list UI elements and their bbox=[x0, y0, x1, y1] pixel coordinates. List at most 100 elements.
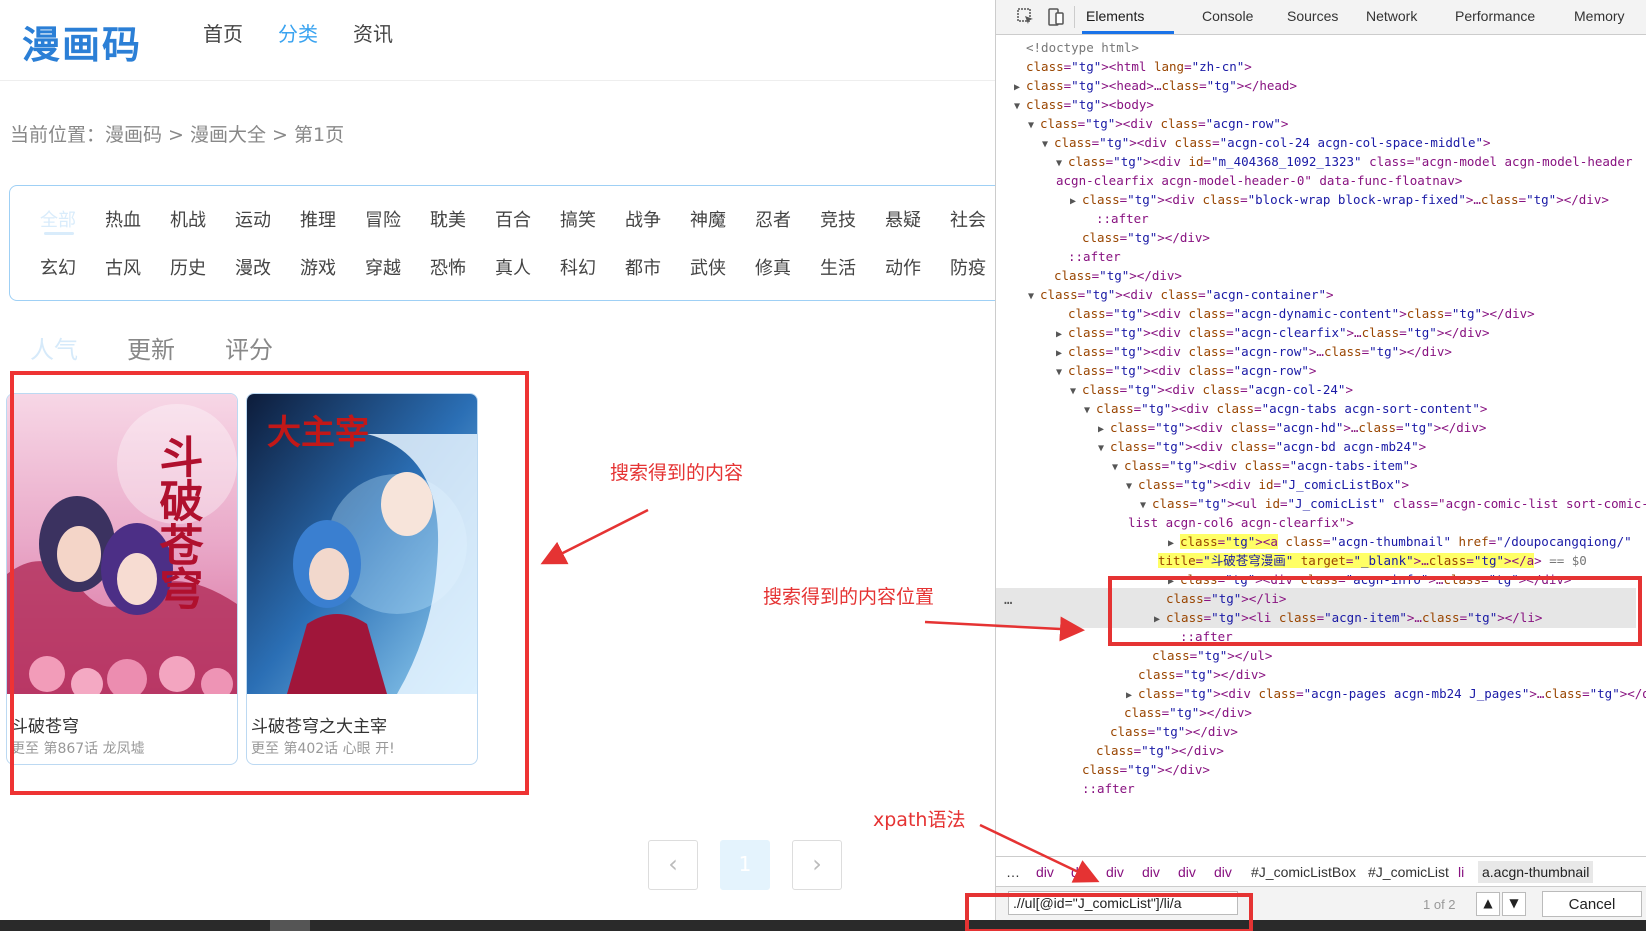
category-item[interactable]: 竞技 bbox=[820, 206, 856, 232]
breadcrumb-item[interactable]: div bbox=[1214, 864, 1232, 880]
category-item[interactable]: 游戏 bbox=[300, 254, 336, 280]
category-item[interactable]: 漫改 bbox=[235, 254, 271, 280]
category-item[interactable]: 历史 bbox=[170, 254, 206, 280]
category-filter-box bbox=[9, 185, 995, 301]
category-item[interactable]: 防疫 bbox=[950, 254, 986, 280]
xpath-search-bar: 1 of 2 ▲ ▼ Cancel bbox=[996, 886, 1646, 921]
category-item[interactable]: 恐怖 bbox=[430, 254, 466, 280]
category-item[interactable]: 动作 bbox=[885, 254, 921, 280]
dom-node-line[interactable]: class="tg"><html lang="zh-cn"> bbox=[1014, 57, 1252, 77]
device-toolbar-icon[interactable] bbox=[1046, 7, 1066, 27]
dom-breadcrumbs: … div div div div div div #J_comicListBox #J_com… bbox=[996, 856, 1646, 887]
category-item[interactable]: 生活 bbox=[820, 254, 856, 280]
annotation-position-label: 搜索得到的内容位置 bbox=[763, 586, 935, 608]
dom-node-line[interactable]: title="斗破苍穹漫画" target="_blank">…class="t… bbox=[1158, 551, 1587, 571]
breadcrumb: 当前位置：漫画码 > 漫画大全 > 第1页 bbox=[10, 124, 345, 146]
category-item[interactable]: 机战 bbox=[170, 206, 206, 232]
category-item[interactable]: 穿越 bbox=[365, 254, 401, 280]
category-item[interactable]: 都市 bbox=[625, 254, 661, 280]
sort-tab-popular[interactable]: 人气 bbox=[30, 330, 78, 365]
breadcrumb-item[interactable]: … bbox=[1006, 864, 1020, 880]
breadcrumb-item[interactable]: div bbox=[1142, 864, 1160, 880]
site-logo[interactable]: 漫画码 bbox=[22, 14, 142, 69]
dom-node-line[interactable]: class="tg"></div> bbox=[1070, 228, 1210, 248]
category-item[interactable]: 运动 bbox=[235, 206, 271, 232]
category-active-underline bbox=[44, 232, 74, 235]
sort-tab-updated[interactable]: 更新 bbox=[127, 330, 175, 365]
nav-news[interactable]: 资讯 bbox=[353, 18, 393, 47]
category-item[interactable]: 百合 bbox=[495, 206, 531, 232]
category-item[interactable]: 神魔 bbox=[690, 206, 726, 232]
xpath-search-input[interactable] bbox=[1008, 891, 1238, 915]
breadcrumb-item[interactable]: a.acgn-thumbnail bbox=[1478, 861, 1594, 883]
category-item[interactable]: 修真 bbox=[755, 254, 791, 280]
category-item[interactable]: 玄幻 bbox=[40, 254, 76, 280]
dom-node-line[interactable]: class="tg"></div> bbox=[1070, 760, 1210, 780]
nav-category[interactable]: 分类 bbox=[278, 18, 318, 47]
node-actions-menu[interactable]: … bbox=[1004, 590, 1012, 610]
tab-elements[interactable]: Elements bbox=[1086, 8, 1144, 24]
category-item[interactable]: 热血 bbox=[105, 206, 141, 232]
breadcrumb-item[interactable]: li bbox=[1458, 864, 1464, 880]
dom-node-line[interactable]: <!doctype html> bbox=[1014, 38, 1139, 58]
dom-node-line[interactable]: ::after bbox=[1168, 627, 1233, 647]
dom-node-line[interactable]: ::after bbox=[1084, 209, 1149, 229]
dom-node-line[interactable]: ::after bbox=[1070, 779, 1135, 799]
breadcrumb-item[interactable]: div bbox=[1178, 864, 1196, 880]
dom-node-line[interactable]: class="tg"><div class="acgn-dynamic-cont… bbox=[1056, 304, 1535, 324]
tab-sources[interactable]: Sources bbox=[1287, 8, 1338, 24]
tab-memory[interactable]: Memory bbox=[1574, 8, 1625, 24]
category-item[interactable]: 武侠 bbox=[690, 254, 726, 280]
category-item[interactable]: 战争 bbox=[625, 206, 661, 232]
sort-tab-rating[interactable]: 评分 bbox=[225, 330, 273, 365]
category-item[interactable]: 全部 bbox=[40, 206, 76, 232]
dom-node-line[interactable]: ▶ class="tg"><div class="block-wrap block… bbox=[1070, 190, 1609, 212]
tab-network[interactable]: Network bbox=[1366, 8, 1417, 24]
dom-node-line[interactable]: class="tg"></div> bbox=[1126, 665, 1266, 685]
tab-performance[interactable]: Performance bbox=[1455, 8, 1535, 24]
category-item[interactable]: 忍者 bbox=[755, 206, 791, 232]
pagination-prev-button[interactable]: ‹ bbox=[648, 840, 698, 890]
website-viewport: 漫画码 首页 分类 资讯 当前位置：漫画码 > 漫画大全 > 第1页 全部 热血 机… bbox=[0, 0, 995, 931]
nav-divider bbox=[0, 80, 995, 81]
search-match-count: 1 of 2 bbox=[1423, 897, 1456, 912]
breadcrumb-item[interactable]: div bbox=[1036, 864, 1054, 880]
category-item[interactable]: 古风 bbox=[105, 254, 141, 280]
nav-home[interactable]: 首页 bbox=[203, 18, 243, 47]
dom-node-line[interactable]: class="tg"></div> bbox=[1084, 741, 1224, 761]
annotation-xpath-label: xpath语法 bbox=[873, 809, 966, 831]
bottom-scrollbar-thumb[interactable] bbox=[270, 920, 310, 931]
pagination-next-button[interactable]: › bbox=[792, 840, 842, 890]
dom-node-line[interactable]: list acgn-col6 acgn-clearfix"> bbox=[1128, 513, 1354, 533]
dom-node-line[interactable]: class="tg"></ul> bbox=[1140, 646, 1272, 666]
category-item[interactable]: 搞笑 bbox=[560, 206, 596, 232]
category-item[interactable]: 悬疑 bbox=[885, 206, 921, 232]
dom-node-line[interactable]: ::after bbox=[1056, 247, 1121, 267]
pagination-current-page[interactable]: 1 bbox=[720, 840, 770, 890]
bottom-scrollbar[interactable] bbox=[0, 920, 1646, 931]
dom-node-line[interactable]: class="tg"></div> bbox=[1112, 703, 1252, 723]
breadcrumb-item[interactable]: #J_comicListBox bbox=[1251, 864, 1356, 880]
toolbar-separator bbox=[1074, 6, 1075, 28]
search-cancel-button[interactable]: Cancel bbox=[1542, 891, 1642, 917]
category-item[interactable]: 冒险 bbox=[365, 206, 401, 232]
dom-node-line[interactable]: class="tg"></div> bbox=[1098, 722, 1238, 742]
search-next-button[interactable]: ▼ bbox=[1502, 892, 1526, 916]
category-item[interactable]: 科幻 bbox=[560, 254, 596, 280]
breadcrumb-item[interactable]: div bbox=[1071, 864, 1089, 880]
category-item[interactable]: 真人 bbox=[495, 254, 531, 280]
annotation-content-label: 搜索得到的内容 bbox=[610, 462, 744, 484]
breadcrumb-item[interactable]: div bbox=[1106, 864, 1124, 880]
category-item[interactable]: 推理 bbox=[300, 206, 336, 232]
dom-node-line[interactable]: class="tg"></li> bbox=[1154, 589, 1286, 609]
search-prev-button[interactable]: ▲ bbox=[1476, 892, 1500, 916]
active-tab-indicator bbox=[1082, 31, 1174, 34]
dom-node-line[interactable]: class="tg"></div> bbox=[1042, 266, 1182, 286]
breadcrumb-item[interactable]: #J_comicList bbox=[1368, 864, 1449, 880]
category-item[interactable]: 耽美 bbox=[430, 206, 466, 232]
dom-node-line[interactable]: acgn-clearfix acgn-model-header-0" data-… bbox=[1056, 171, 1462, 191]
search-result-highlight-box bbox=[10, 371, 529, 795]
category-item[interactable]: 社会 bbox=[950, 206, 986, 232]
inspect-element-icon[interactable] bbox=[1016, 7, 1036, 27]
tab-console[interactable]: Console bbox=[1202, 8, 1253, 24]
